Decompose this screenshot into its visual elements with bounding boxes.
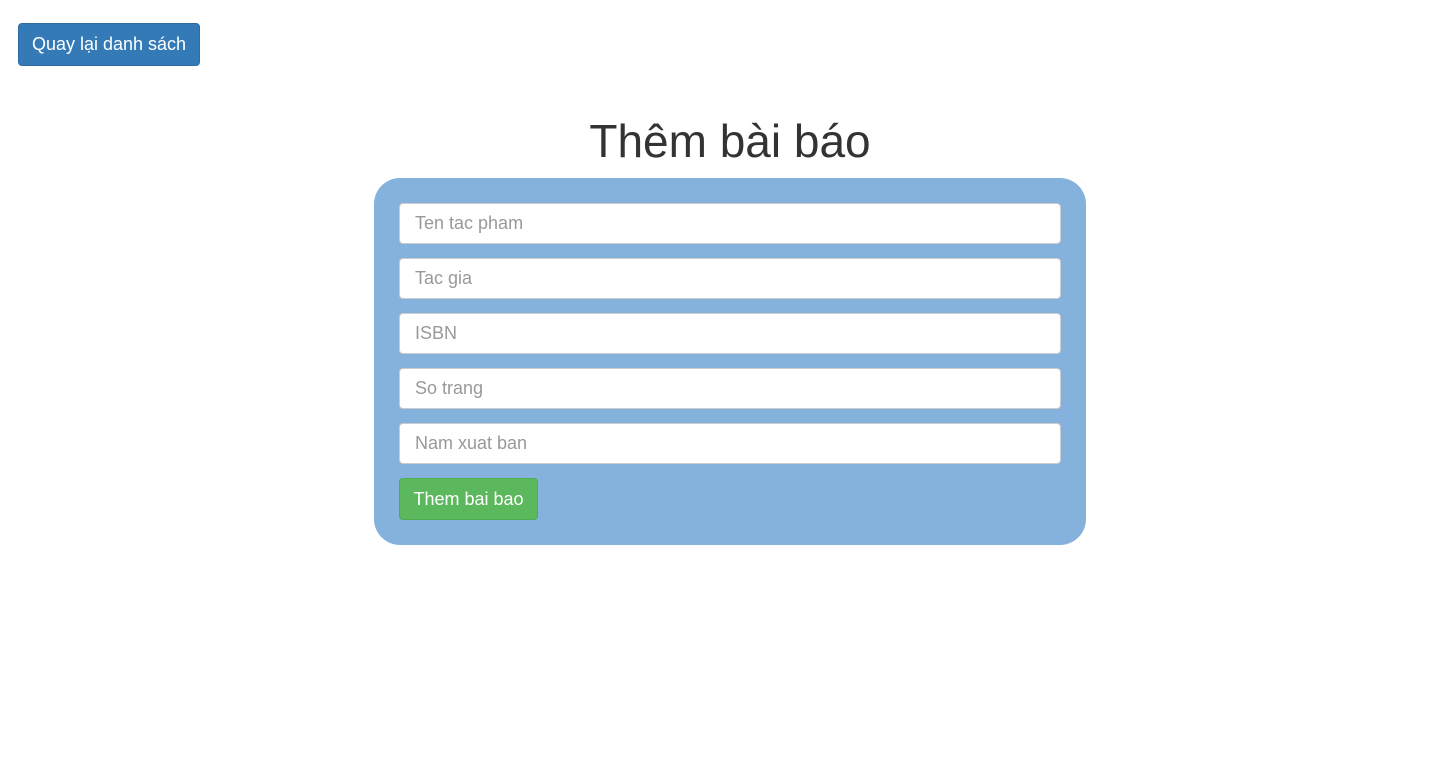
publish-year-field[interactable]	[399, 423, 1061, 464]
isbn-field[interactable]	[399, 313, 1061, 354]
back-to-list-button[interactable]: Quay lại danh sách	[18, 23, 200, 66]
add-article-button[interactable]: Them bai bao	[399, 478, 538, 520]
page-count-field[interactable]	[399, 368, 1061, 409]
author-field[interactable]	[399, 258, 1061, 299]
add-article-form: Them bai bao	[374, 178, 1086, 545]
title-field[interactable]	[399, 203, 1061, 244]
page-title: Thêm bài báo	[589, 115, 871, 167]
